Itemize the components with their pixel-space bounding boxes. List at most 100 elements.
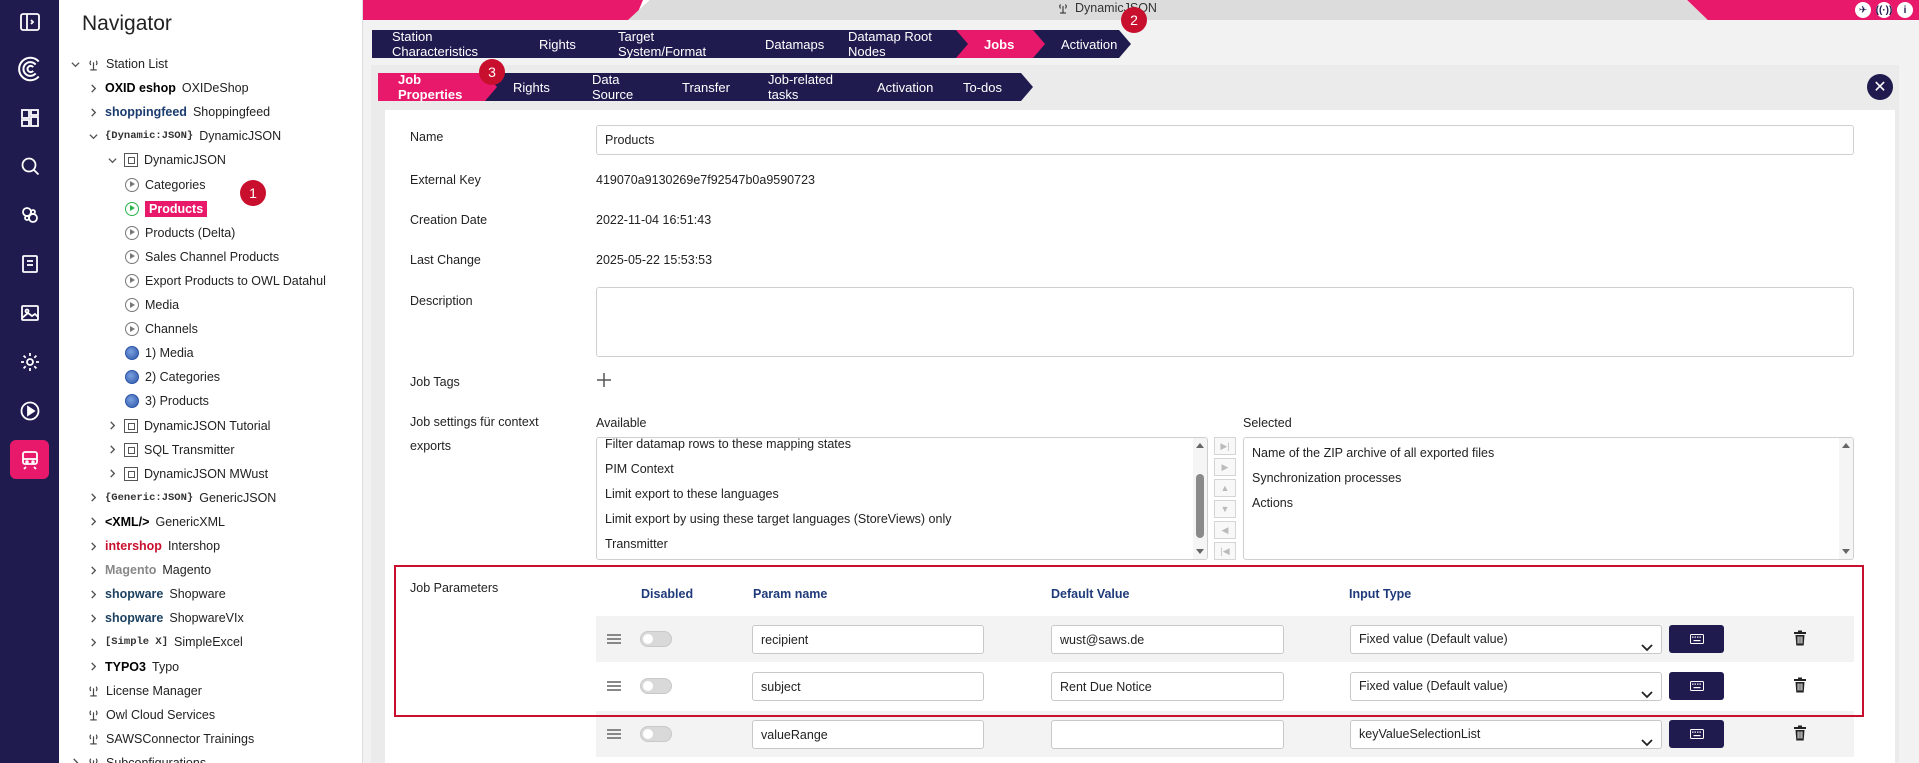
tree-item[interactable]: Products (Delta) [125, 222, 235, 244]
available-list[interactable]: Filter datamap rows to these mapping sta… [596, 437, 1208, 560]
tree-item[interactable]: <XML/> GenericXML [87, 511, 225, 533]
tree-item[interactable]: Sales Channel Products [125, 246, 279, 268]
tree-item[interactable]: 3) Products [125, 390, 209, 412]
add-tag-icon[interactable] [596, 372, 612, 391]
available-list-item[interactable]: Limit export by using these target langu… [597, 507, 1207, 532]
chevron-down-icon[interactable] [87, 132, 99, 141]
available-list-item[interactable]: Limit export to these languages [597, 482, 1207, 507]
chevron-down-icon[interactable] [106, 156, 118, 165]
description-textarea[interactable] [596, 287, 1854, 357]
selected-list-item[interactable]: Actions [1244, 491, 1853, 516]
selected-list[interactable]: Name of the ZIP archive of all exported … [1243, 437, 1854, 560]
search-icon[interactable] [10, 146, 49, 185]
station-tab-2[interactable]: Target System/Format [590, 30, 751, 58]
chevron-right-icon[interactable] [87, 541, 99, 551]
tree-item[interactable]: SAWSConnector Trainings [69, 728, 254, 750]
tree-item[interactable]: Media [125, 294, 179, 316]
station-tab-0[interactable]: Station Characteristics [372, 30, 525, 58]
tree-item[interactable]: Subconfigurations [69, 752, 206, 763]
connections-icon[interactable] [10, 195, 49, 234]
selected-list-item[interactable]: Synchronization processes [1244, 466, 1853, 491]
chevron-right-icon[interactable] [87, 662, 99, 671]
available-list-item[interactable]: PIM Context [597, 457, 1207, 482]
move-down-button[interactable]: ▼ [1214, 500, 1236, 518]
move-all-left-button[interactable]: |◀ [1214, 542, 1236, 560]
tree-item[interactable]: [Simple X] SimpleExcel [87, 631, 243, 653]
tree-item[interactable]: TYPO3 Typo [87, 656, 179, 678]
available-list-item[interactable]: Filter datamap rows to these mapping sta… [597, 438, 1207, 457]
chevron-right-icon[interactable] [87, 590, 99, 599]
tree-item[interactable]: 1) Media [125, 342, 194, 364]
plane-icon[interactable]: ✈ [1855, 2, 1871, 18]
chevron-right-icon[interactable] [106, 421, 118, 430]
chevron-right-icon[interactable] [87, 84, 99, 93]
play-icon[interactable] [10, 391, 49, 430]
tree-item[interactable]: DynamicJSON [106, 149, 226, 171]
job-tab-6[interactable]: To-dos [935, 73, 1033, 101]
default-value-input[interactable] [1051, 720, 1284, 749]
disabled-toggle[interactable] [640, 726, 672, 742]
input-type-select[interactable]: keyValueSelectionList [1350, 720, 1662, 749]
station-tab-4[interactable]: Datamap Root Nodes [820, 30, 970, 58]
settings-icon[interactable] [10, 342, 49, 381]
image-icon[interactable] [10, 293, 49, 332]
close-button[interactable]: ✕ [1867, 74, 1893, 100]
move-right-button[interactable]: ▶ [1214, 458, 1236, 476]
tree-item[interactable]: SQL Transmitter [106, 439, 235, 461]
tree-item[interactable]: {Dynamic:JSON} DynamicJSON [87, 125, 281, 147]
tree-item[interactable]: shopware Shopware [87, 583, 226, 605]
catalog-icon[interactable] [10, 244, 49, 283]
selected-list-item[interactable]: Name of the ZIP archive of all exported … [1244, 441, 1853, 466]
tree-item[interactable]: shoppingfeed Shoppingfeed [87, 101, 270, 123]
chevron-right-icon[interactable] [69, 758, 81, 763]
tree-item[interactable]: OXID eshop OXIDeShop [87, 77, 249, 99]
delete-icon[interactable] [1793, 725, 1807, 744]
tree-item[interactable]: Export Products to OWL Datahul [125, 270, 326, 292]
tree-item[interactable]: 2) Categories [125, 366, 220, 388]
dashboard-icon[interactable] [10, 98, 49, 137]
selected-scrollbar[interactable] [1839, 438, 1853, 559]
chevron-right-icon[interactable] [87, 493, 99, 502]
tree-item[interactable]: DynamicJSON Tutorial [106, 415, 270, 437]
move-up-button[interactable]: ▲ [1214, 479, 1236, 497]
tree-item[interactable]: Categories [125, 174, 205, 196]
tree-item[interactable]: {Generic:JSON} GenericJSON [87, 487, 276, 509]
move-all-right-button[interactable]: ▶| [1214, 437, 1236, 455]
station-tab-6[interactable]: Activation [1033, 30, 1131, 58]
available-scrollbar[interactable] [1193, 438, 1207, 559]
tree-item[interactable]: shopware ShopwareVIx [87, 607, 244, 629]
chevron-right-icon[interactable] [87, 566, 99, 575]
job-tab-5[interactable]: Activation [849, 73, 949, 101]
param-name-input[interactable] [752, 720, 984, 749]
job-tab-3[interactable]: Transfer [654, 73, 754, 101]
drag-handle-icon[interactable] [607, 729, 621, 741]
available-list-item[interactable]: Transmitter [597, 532, 1207, 557]
keyboard-button[interactable] [1669, 720, 1724, 748]
tree-item[interactable]: Magento Magento [87, 559, 211, 581]
antenna-icon[interactable]: ((·)) [1876, 2, 1892, 18]
station-tab-3[interactable]: Datamaps [737, 30, 834, 58]
job-tab-2[interactable]: Data Source [564, 73, 668, 101]
chevron-right-icon[interactable] [87, 517, 99, 526]
info-icon[interactable]: i [1897, 2, 1913, 18]
chevron-right-icon[interactable] [87, 638, 99, 647]
name-input[interactable] [596, 125, 1854, 155]
tree-item[interactable]: DynamicJSON MWust [106, 463, 268, 485]
tree-item[interactable]: Products [125, 198, 208, 220]
job-tab-4[interactable]: Job-related tasks [740, 73, 863, 101]
chevron-right-icon[interactable] [106, 445, 118, 454]
station-icon[interactable] [10, 440, 49, 479]
tree-item[interactable]: Owl Cloud Services [69, 704, 215, 726]
station-tab-5[interactable]: Jobs [956, 30, 1047, 58]
panel-toggle-icon[interactable] [10, 2, 49, 41]
chevron-right-icon[interactable] [87, 108, 99, 117]
tree-item[interactable]: Station List [69, 53, 168, 75]
chevron-right-icon[interactable] [87, 614, 99, 623]
chevron-down-icon[interactable] [69, 60, 81, 69]
chevron-right-icon[interactable] [106, 469, 118, 478]
tree-item[interactable]: intershop Intershop [87, 535, 220, 557]
logo-icon[interactable] [10, 49, 49, 88]
station-tab-1[interactable]: Rights [511, 30, 604, 58]
move-left-button[interactable]: ◀ [1214, 521, 1236, 539]
tree-item[interactable]: License Manager [69, 680, 202, 702]
